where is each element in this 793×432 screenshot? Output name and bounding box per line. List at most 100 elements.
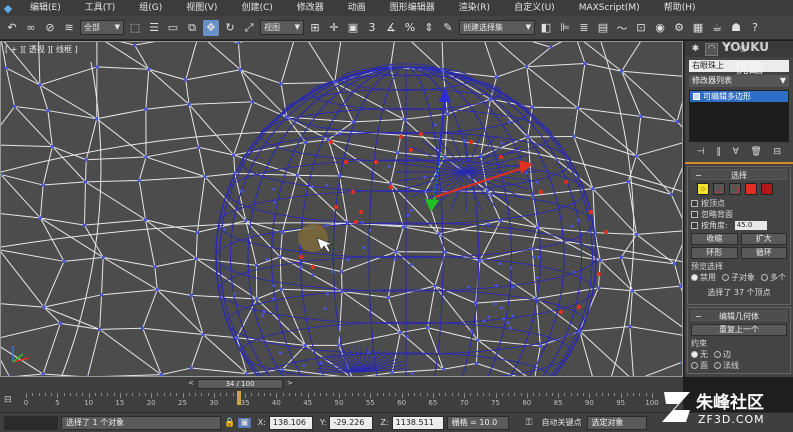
menu-edit[interactable]: 编辑(E) — [16, 0, 71, 16]
menu-view[interactable]: 视图(V) — [172, 0, 227, 16]
angle-snap-icon[interactable]: ∡ — [383, 20, 399, 36]
vertex-level-icon[interactable]: ⁘ — [697, 183, 709, 195]
edge-level-icon[interactable]: ◿ — [713, 183, 725, 195]
window-crossing-icon[interactable]: ⧉ — [184, 20, 200, 36]
render-icon[interactable]: ☕ — [709, 20, 725, 36]
edit-named-sets-icon[interactable]: ✎ — [440, 20, 456, 36]
align-icon[interactable]: ⊫ — [557, 20, 573, 36]
rect-selection-icon[interactable]: ▭ — [165, 20, 181, 36]
key-filter-select[interactable]: 选定对象 — [586, 415, 647, 430]
menu-graph-editors[interactable]: 图形编辑器 — [376, 0, 445, 16]
track-bar[interactable]: 0 5 10 15 20 25 30 35 40 45 50 55 60 65 70 75 80 85 90 95 10… — [24, 393, 659, 411]
preview-off-radio[interactable]: 禁用 — [691, 272, 716, 283]
wireframe-scene[interactable] — [1, 42, 683, 377]
graphite-tools-icon[interactable]: ▤ — [595, 20, 611, 36]
pivot-center-icon[interactable]: ⊞ — [307, 20, 323, 36]
ring-button[interactable]: 环形 — [691, 247, 738, 259]
select-move-icon[interactable]: ✥ — [203, 19, 219, 36]
edit-geometry-header[interactable]: − 编辑几何体 — [691, 310, 787, 321]
add-time-tag-icon[interactable]: ⚿ — [526, 418, 533, 428]
loop-button[interactable]: 循环 — [740, 247, 787, 259]
grow-button[interactable]: 扩大 — [740, 233, 787, 245]
checkbox-icon[interactable] — [691, 222, 698, 229]
selection-rollout-header[interactable]: − 选择 — [691, 169, 787, 180]
ignore-backfacing-option[interactable]: 忽略背面 — [691, 209, 787, 220]
select-rotate-icon[interactable]: ↻ — [222, 20, 238, 36]
repeat-last-button[interactable]: 重复上一个 — [691, 324, 787, 336]
named-selection-set-select[interactable]: 创建选择集 ▼ — [459, 20, 535, 35]
reference-coord-select[interactable]: 视图 ▼ — [260, 20, 304, 35]
show-end-result-icon[interactable]: ‖ — [716, 147, 721, 157]
menu-rendering[interactable]: 渲染(R) — [445, 0, 500, 16]
polygon-level-icon[interactable] — [745, 183, 757, 195]
render-setup-icon[interactable]: ⚙ — [671, 20, 687, 36]
angle-spinner[interactable]: 45.0 — [734, 221, 767, 230]
perspective-viewport[interactable]: [ + ][ 透视 ][ 线框 ] — [0, 41, 683, 377]
by-vertex-option[interactable]: 按顶点 — [691, 198, 787, 209]
by-angle-option[interactable]: 按角度: 45.0 — [691, 220, 787, 231]
time-slider[interactable]: 34 / 100 — [197, 379, 283, 389]
element-level-icon[interactable] — [761, 183, 773, 195]
preview-subobj-radio[interactable]: 子对象 — [722, 272, 755, 283]
menu-create[interactable]: 创建(C) — [227, 0, 282, 16]
preview-multi-radio[interactable]: 多个 — [761, 272, 786, 283]
stack-item-editable-poly[interactable]: 可编辑多边形 — [690, 91, 788, 102]
auto-key-label[interactable]: 自动关键点 — [542, 417, 582, 428]
select-object-icon[interactable]: ⬚ — [127, 20, 143, 36]
link-icon[interactable]: ∞ — [23, 20, 39, 36]
mini-curve-editor-icon[interactable]: ⊟ — [4, 395, 12, 405]
snap-toggle-icon[interactable]: 3 — [364, 20, 380, 36]
absolute-mode-icon[interactable]: ▣ — [238, 417, 251, 428]
constraint-edge-radio[interactable]: 边 — [714, 349, 731, 360]
y-coordinate-field[interactable]: -29.226 — [329, 415, 374, 430]
modify-tab-icon[interactable]: ◠ — [705, 42, 718, 56]
modifier-stack[interactable]: 可编辑多边形 — [689, 90, 789, 142]
bind-spacewarp-icon[interactable]: ≋ — [61, 20, 77, 36]
menu-modifiers[interactable]: 修改器 — [283, 0, 334, 16]
menu-tools[interactable]: 工具(T) — [71, 0, 126, 16]
remove-modifier-icon[interactable]: 🗑 — [750, 147, 761, 157]
curve-editor-icon[interactable]: 〜 — [614, 20, 630, 36]
rendered-frame-icon[interactable]: ▦ — [690, 20, 706, 36]
make-unique-icon[interactable]: ∀ — [733, 147, 739, 157]
spinner-snap-icon[interactable]: ⇕ — [421, 20, 437, 36]
select-by-name-icon[interactable]: ☰ — [146, 20, 162, 36]
next-frame-icon[interactable]: > — [287, 379, 293, 387]
help-icon[interactable]: ? — [747, 20, 763, 36]
x-coordinate-field[interactable]: 138.106 — [268, 415, 313, 430]
render-teapot-icon[interactable]: ☗ — [728, 20, 744, 36]
checkbox-icon[interactable] — [691, 211, 698, 218]
configure-sets-icon[interactable]: ⊟ — [774, 147, 782, 157]
viewport-label[interactable]: [ + ][ 透视 ][ 线框 ] — [5, 44, 78, 55]
select-scale-icon[interactable]: ⤢ — [241, 20, 257, 36]
shrink-button[interactable]: 收缩 — [691, 233, 738, 245]
percent-snap-icon[interactable]: % — [402, 20, 418, 36]
selection-filter-select[interactable]: 全部 ▼ — [80, 20, 124, 35]
app-logo-icon[interactable]: ◆ — [0, 0, 16, 16]
mirror-icon[interactable]: ◧ — [538, 20, 554, 36]
lock-selection-icon[interactable]: 🔒 — [224, 418, 235, 428]
menu-animation[interactable]: 动画 — [334, 0, 376, 16]
checkbox-icon[interactable] — [691, 200, 698, 207]
pin-stack-icon[interactable]: ⊣ — [697, 147, 705, 157]
border-level-icon[interactable]: ◯ — [729, 183, 741, 195]
keyboard-shortcut-icon[interactable]: ▣ — [345, 20, 361, 36]
current-frame-marker[interactable] — [236, 391, 241, 405]
menu-help[interactable]: 帮助(H) — [650, 0, 706, 16]
menu-maxscript[interactable]: MAXScript(M) — [565, 0, 650, 16]
expand-icon[interactable] — [693, 93, 700, 100]
unlink-icon[interactable]: ⊘ — [42, 20, 58, 36]
constraint-none-radio[interactable]: 无 — [691, 349, 708, 360]
z-coordinate-field[interactable]: 1138.511 — [391, 415, 444, 430]
prev-frame-icon[interactable]: < — [188, 379, 194, 387]
constraint-face-radio[interactable]: 面 — [691, 360, 708, 371]
menu-customize[interactable]: 自定义(U) — [500, 0, 565, 16]
constraint-normal-radio[interactable]: 法线 — [714, 360, 739, 371]
select-manipulate-icon[interactable]: ✛ — [326, 20, 342, 36]
maxscript-listener-icon[interactable] — [4, 415, 58, 430]
material-editor-icon[interactable]: ◉ — [652, 20, 668, 36]
schematic-view-icon[interactable]: ⊡ — [633, 20, 649, 36]
layer-manager-icon[interactable]: ≣ — [576, 20, 592, 36]
menu-group[interactable]: 组(G) — [125, 0, 172, 16]
undo-icon[interactable]: ↶ — [4, 20, 20, 36]
